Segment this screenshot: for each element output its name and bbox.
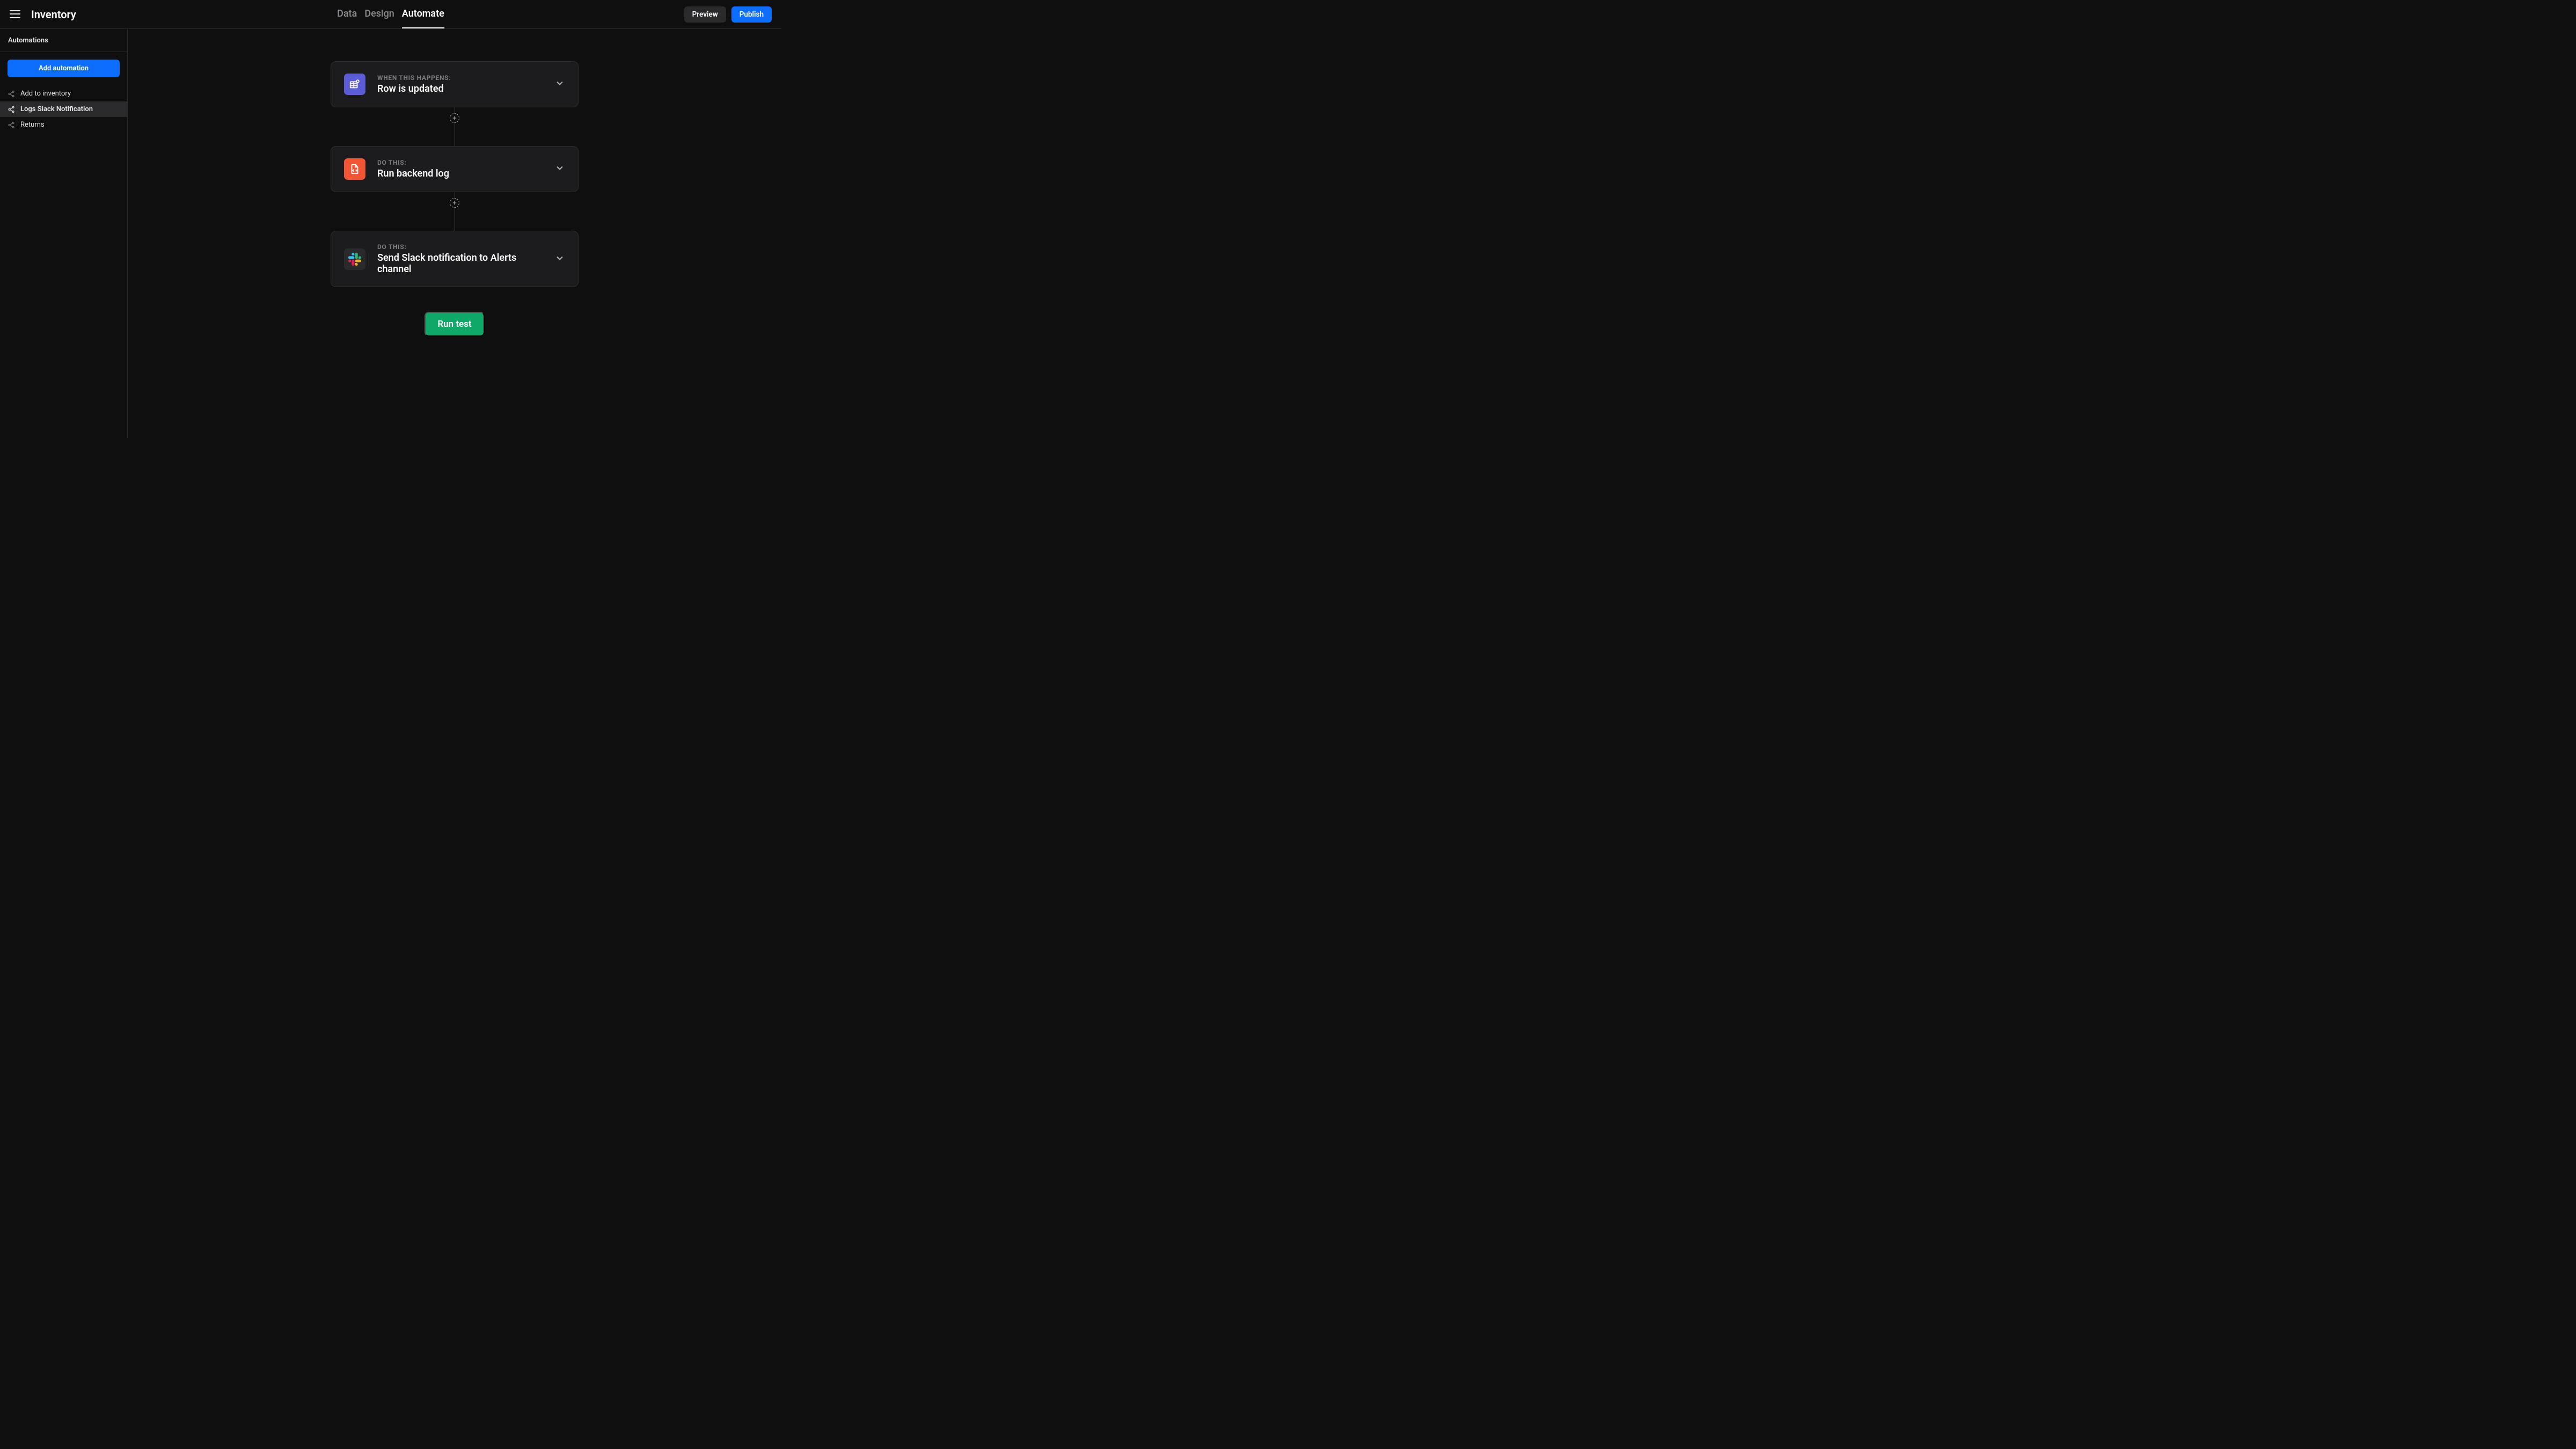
main-canvas: WHEN THIS HAPPENS: Row is updated bbox=[128, 29, 781, 438]
automation-item-label: Logs Slack Notification bbox=[20, 105, 93, 113]
step-text: WHEN THIS HAPPENS: Row is updated bbox=[377, 74, 543, 94]
automation-item-add-to-inventory[interactable]: Add to inventory bbox=[0, 86, 127, 101]
step-label: DO THIS: bbox=[377, 159, 543, 166]
tab-data[interactable]: Data bbox=[337, 0, 357, 28]
sidebar-header: Automations bbox=[0, 29, 127, 52]
automation-item-label: Returns bbox=[20, 121, 45, 129]
action-card-slack[interactable]: DO THIS: Send Slack notification to Aler… bbox=[331, 231, 579, 287]
chevron-down-icon bbox=[554, 253, 565, 266]
automation-item-logs-slack[interactable]: Logs Slack Notification bbox=[0, 101, 127, 117]
publish-button[interactable]: Publish bbox=[731, 6, 772, 23]
run-test-button[interactable]: Run test bbox=[425, 312, 484, 336]
automation-flow: WHEN THIS HAPPENS: Row is updated bbox=[331, 61, 579, 336]
share-icon bbox=[8, 121, 15, 129]
automation-item-label: Add to inventory bbox=[20, 90, 71, 98]
trigger-card[interactable]: WHEN THIS HAPPENS: Row is updated bbox=[331, 61, 579, 107]
code-file-icon bbox=[344, 158, 365, 180]
app-header: Inventory Data Design Automate Preview P… bbox=[0, 0, 781, 29]
add-step-button[interactable] bbox=[450, 198, 459, 208]
menu-icon[interactable] bbox=[10, 9, 20, 20]
add-automation-button[interactable]: Add automation bbox=[8, 60, 120, 77]
step-title: Run backend log bbox=[377, 168, 543, 179]
automation-item-returns[interactable]: Returns bbox=[0, 117, 127, 133]
automation-list: Add to inventory Logs Slack Notification… bbox=[0, 86, 127, 133]
main-tabs: Data Design Automate bbox=[337, 0, 444, 28]
chevron-down-icon bbox=[554, 78, 565, 91]
share-icon bbox=[8, 90, 15, 98]
action-card-backend-log[interactable]: DO THIS: Run backend log bbox=[331, 146, 579, 192]
preview-button[interactable]: Preview bbox=[684, 6, 726, 23]
add-step-button[interactable] bbox=[450, 113, 459, 123]
step-title: Send Slack notification to Alerts channe… bbox=[377, 252, 543, 275]
table-plus-icon bbox=[344, 74, 365, 95]
share-icon bbox=[8, 106, 15, 113]
step-text: DO THIS: Send Slack notification to Aler… bbox=[377, 243, 543, 275]
step-text: DO THIS: Run backend log bbox=[377, 159, 543, 179]
tab-design[interactable]: Design bbox=[364, 0, 394, 28]
page-title: Inventory bbox=[31, 8, 76, 21]
step-title: Row is updated bbox=[377, 83, 543, 94]
slack-icon bbox=[344, 248, 365, 270]
header-actions: Preview Publish bbox=[684, 6, 772, 23]
chevron-down-icon bbox=[554, 163, 565, 175]
sidebar: Automations Add automation Add to invent… bbox=[0, 29, 128, 438]
step-label: DO THIS: bbox=[377, 243, 543, 251]
tab-automate[interactable]: Automate bbox=[402, 0, 444, 28]
step-label: WHEN THIS HAPPENS: bbox=[377, 74, 543, 82]
